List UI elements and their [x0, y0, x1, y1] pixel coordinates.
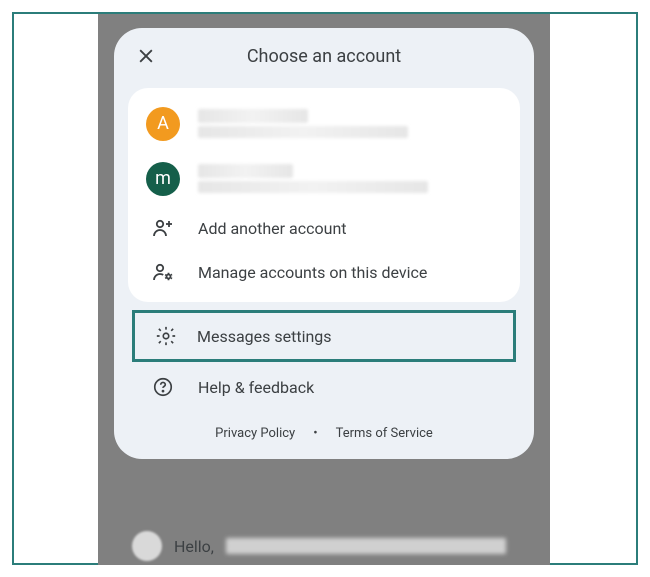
avatar — [132, 531, 162, 561]
redacted-email — [198, 126, 408, 138]
manage-accounts-label: Manage accounts on this device — [198, 263, 427, 282]
account-chooser-dialog: Choose an account A m — [114, 28, 534, 459]
privacy-policy-link[interactable]: Privacy Policy — [215, 426, 295, 441]
gear-icon — [155, 325, 177, 347]
avatar: A — [146, 107, 180, 141]
account-row[interactable]: m — [128, 151, 520, 206]
messages-settings-row[interactable]: Messages settings — [135, 313, 513, 359]
account-row[interactable]: A — [128, 96, 520, 151]
add-account-row[interactable]: Add another account — [128, 206, 520, 250]
messages-settings-label: Messages settings — [197, 327, 332, 346]
account-text — [198, 161, 502, 196]
redacted-email — [198, 181, 428, 193]
hello-text: Hello, — [174, 537, 214, 556]
add-account-label: Add another account — [198, 219, 347, 238]
help-feedback-row[interactable]: Help & feedback — [114, 362, 534, 412]
person-gear-icon — [151, 260, 175, 284]
dialog-header: Choose an account — [114, 28, 534, 80]
redacted-name — [198, 164, 293, 178]
manage-accounts-row[interactable]: Manage accounts on this device — [128, 250, 520, 294]
footer-links: Privacy Policy • Terms of Service — [114, 412, 534, 445]
background-message-preview: Hello, — [132, 531, 530, 561]
outer-frame: Choose an account A m — [12, 12, 638, 565]
phone-background: Choose an account A m — [98, 14, 550, 565]
dot-separator: • — [313, 426, 317, 441]
highlight-box: Messages settings — [132, 310, 516, 362]
redacted-text — [226, 538, 506, 554]
terms-of-service-link[interactable]: Terms of Service — [336, 426, 433, 441]
account-text — [198, 106, 502, 141]
dialog-title: Choose an account — [160, 46, 488, 67]
avatar: m — [146, 162, 180, 196]
accounts-card: A m — [128, 88, 520, 302]
close-button[interactable] — [132, 42, 160, 70]
close-icon — [136, 46, 156, 66]
help-icon — [152, 376, 174, 398]
help-feedback-label: Help & feedback — [198, 378, 314, 397]
lower-actions: Messages settings Help & feedback — [114, 302, 534, 412]
person-add-icon — [151, 216, 175, 240]
redacted-name — [198, 109, 308, 123]
